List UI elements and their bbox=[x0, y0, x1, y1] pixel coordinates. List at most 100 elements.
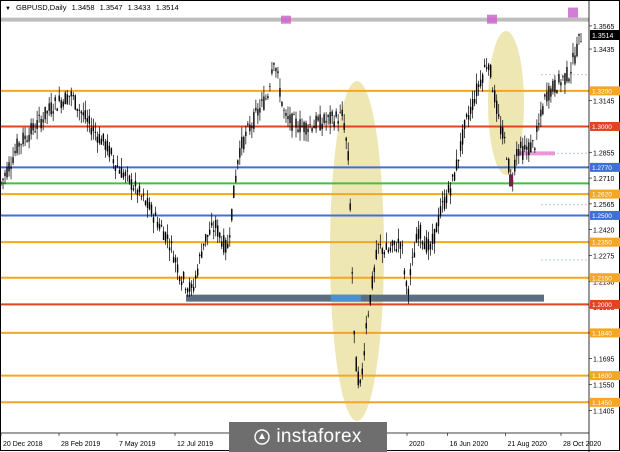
candle-body bbox=[494, 90, 496, 103]
close-value: 1.3514 bbox=[155, 3, 179, 12]
candle-body bbox=[479, 79, 482, 87]
candle-body bbox=[98, 133, 101, 143]
candle-body bbox=[18, 142, 20, 147]
candle-body bbox=[455, 159, 458, 170]
candle-body bbox=[190, 283, 193, 288]
time-tick-label: 16 Jun 2020 bbox=[450, 441, 489, 448]
candle-body bbox=[38, 114, 40, 116]
candle-body bbox=[317, 116, 319, 121]
price-axis: 1.3565 1.3435 1.3145 1.2855 1.2710 1.2565 1.24… bbox=[588, 1, 620, 452]
candle-body bbox=[40, 118, 42, 129]
candle-body bbox=[546, 91, 548, 102]
candle-body bbox=[506, 158, 508, 160]
candle-body bbox=[289, 114, 291, 124]
candle-body bbox=[164, 232, 167, 242]
candle-body bbox=[373, 267, 375, 272]
candle-body bbox=[514, 159, 516, 172]
candle-body bbox=[180, 281, 183, 285]
time-tick-label: 21 Aug 2020 bbox=[508, 441, 547, 448]
candle-body bbox=[568, 78, 570, 82]
support-zone bbox=[186, 294, 544, 302]
price-tick-label: 1.2855 bbox=[593, 150, 615, 157]
candle-body bbox=[305, 122, 307, 135]
candle-body bbox=[465, 114, 468, 118]
candle-body bbox=[245, 131, 247, 137]
candle-body bbox=[345, 137, 347, 141]
level-label: 1.2620 bbox=[592, 192, 612, 199]
candle-body bbox=[347, 151, 349, 161]
candle-body bbox=[439, 206, 442, 216]
candle-body bbox=[327, 115, 329, 117]
candle-body bbox=[231, 208, 233, 221]
candle-body bbox=[411, 256, 414, 258]
candle-body bbox=[213, 230, 215, 232]
candle-body bbox=[299, 119, 301, 133]
candle-body bbox=[221, 241, 223, 247]
candle-body bbox=[140, 195, 143, 197]
candle-body bbox=[337, 120, 339, 124]
level-label: 1.3000 bbox=[592, 124, 612, 131]
candle-body bbox=[544, 94, 546, 97]
candle-body bbox=[6, 167, 8, 178]
candle-body bbox=[10, 166, 12, 169]
candle-body bbox=[295, 118, 297, 128]
candle-body bbox=[469, 106, 472, 114]
candle-body bbox=[86, 118, 88, 122]
candle-body bbox=[550, 88, 552, 97]
level-label: 1.2500 bbox=[592, 213, 612, 220]
candle-body bbox=[132, 188, 135, 190]
candle-body bbox=[88, 115, 91, 124]
candle-body bbox=[339, 111, 341, 113]
candle-body bbox=[102, 133, 105, 142]
candle-body bbox=[112, 159, 115, 164]
candle-body bbox=[560, 82, 562, 86]
candle-body bbox=[437, 215, 440, 227]
candle-body bbox=[100, 138, 103, 145]
low-value: 1.3433 bbox=[127, 3, 151, 12]
candle-body bbox=[383, 252, 386, 255]
candle-body bbox=[496, 100, 498, 114]
candle-body bbox=[381, 248, 384, 254]
candle-body bbox=[441, 201, 444, 203]
candle-body bbox=[128, 175, 131, 183]
candle-body bbox=[532, 140, 534, 142]
candle-body bbox=[323, 114, 325, 123]
candle-body bbox=[90, 128, 93, 135]
candle-body bbox=[108, 145, 111, 158]
candle-body bbox=[285, 113, 287, 116]
candle-body bbox=[162, 231, 165, 241]
candle-body bbox=[528, 142, 530, 156]
price-tick-label: 1.2565 bbox=[593, 202, 615, 209]
candle-body bbox=[120, 166, 123, 178]
candle-body bbox=[118, 170, 121, 174]
candle-body bbox=[293, 114, 295, 116]
candle-body bbox=[8, 162, 10, 172]
candle-body bbox=[538, 123, 540, 125]
candle-body bbox=[205, 234, 207, 242]
candle-body bbox=[209, 229, 211, 235]
candle-body bbox=[261, 99, 263, 101]
price-candles bbox=[1, 33, 582, 389]
price-tick-label: 1.3145 bbox=[593, 99, 615, 106]
candle-body bbox=[60, 100, 62, 109]
candle-body bbox=[341, 109, 343, 117]
candle-body bbox=[564, 73, 566, 85]
candle-body bbox=[335, 111, 337, 117]
candle-body bbox=[333, 121, 335, 128]
candle-body bbox=[405, 281, 408, 287]
candle-body bbox=[130, 179, 133, 190]
candle-body bbox=[146, 198, 149, 208]
candle-body bbox=[498, 114, 500, 117]
candle-body bbox=[387, 249, 390, 253]
candle-body bbox=[24, 135, 26, 140]
current-price-label: 1.3514 bbox=[592, 33, 614, 40]
candle-body bbox=[202, 243, 205, 246]
candle-body bbox=[225, 239, 227, 253]
candle-body bbox=[522, 146, 524, 160]
candle-body bbox=[94, 131, 97, 133]
candle-body bbox=[379, 244, 382, 246]
candle-body bbox=[409, 269, 412, 276]
time-tick-label: 2020 bbox=[409, 441, 425, 448]
candle-body bbox=[536, 125, 538, 132]
candle-body bbox=[154, 212, 157, 216]
